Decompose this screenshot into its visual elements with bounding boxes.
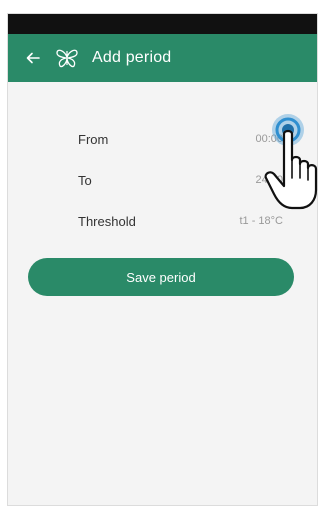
save-period-button[interactable]: Save period [28, 258, 294, 296]
butterfly-logo-icon [56, 49, 78, 68]
save-period-label: Save period [126, 269, 196, 285]
tap-hand-icon [264, 114, 318, 210]
back-button[interactable] [22, 47, 44, 69]
app-bar: Add period [8, 34, 317, 82]
threshold-label: Threshold [78, 214, 136, 229]
phone-screen: Add period From 00:00 To 24:00 Threshold… [7, 13, 318, 506]
status-bar [8, 14, 317, 34]
from-label: From [78, 132, 109, 147]
to-label: To [78, 173, 92, 188]
page-title: Add period [92, 49, 172, 66]
arrow-left-icon [26, 52, 40, 64]
